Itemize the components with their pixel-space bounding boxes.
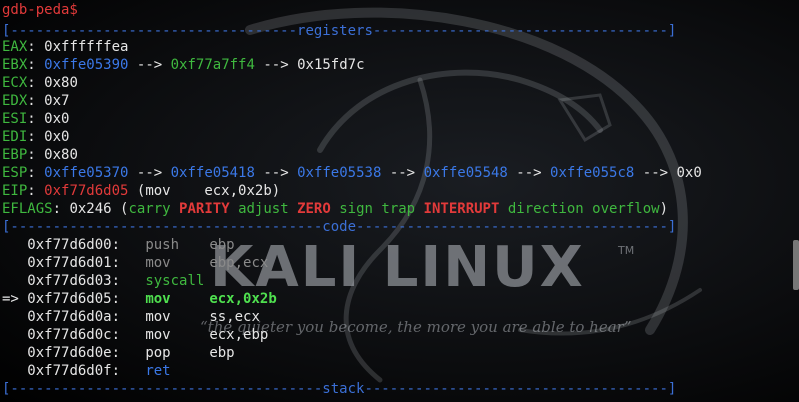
reg-deref: 0xffe05538: [297, 165, 382, 181]
instr-opcode: ret: [145, 363, 171, 379]
instr-args: ebp: [209, 237, 235, 253]
flag-overflow: overflow: [592, 201, 660, 217]
code-line-current: => 0xf77d6d05: mov ecx,0x2b: [2, 290, 277, 308]
stack-header: stack: [322, 381, 365, 397]
reg-deref: 0xffe05548: [423, 165, 508, 181]
eip-instruction: (mov ecx,0x2b): [136, 183, 281, 199]
prompt-text: gdb-peda$: [2, 2, 78, 18]
terminal-scrollbar[interactable]: [793, 240, 799, 290]
instr-opcode: mov: [145, 327, 171, 343]
flag-adjust: adjust: [238, 201, 289, 217]
reg-name: EDI: [2, 129, 28, 145]
pointer-arrow: -->: [389, 165, 416, 181]
pointer-arrow: -->: [136, 57, 163, 73]
reg-value: 0x0: [44, 129, 70, 145]
register-eax: EAX: 0xffffffea: [2, 39, 129, 55]
instr-opcode: syscall: [145, 273, 205, 289]
register-edx: EDX: 0x7: [2, 93, 70, 109]
pointer-arrow: -->: [263, 57, 289, 73]
instr-args: ebp: [209, 345, 235, 361]
code-line: 0xf77d6d03: syscall: [2, 272, 209, 290]
instr-args: ecx,ebp: [209, 327, 269, 343]
reg-name: EBX: [2, 57, 28, 73]
trademark-symbol: TM: [618, 244, 635, 257]
pointer-arrow: -->: [642, 165, 669, 181]
register-ebx: EBX: 0xffe05390 --> 0xf77a7ff4 --> 0x15f…: [2, 57, 365, 73]
reg-value: 0xffffffea: [44, 39, 129, 55]
instr-args: ebp,ecx: [209, 255, 269, 271]
reg-name: EBP: [2, 147, 28, 163]
flag-zero: ZERO: [297, 201, 331, 217]
instr-opcode: pop: [145, 345, 171, 361]
gdb-prompt: gdb-peda$: [2, 1, 78, 19]
reg-deref: 0x15fd7c: [297, 57, 365, 73]
reg-deref: 0x0: [676, 165, 702, 181]
instr-address: 0xf77d6d01:: [27, 255, 121, 271]
registers-header: registers: [297, 23, 373, 39]
current-marker: =>: [2, 291, 19, 307]
register-eflags: EFLAGS: 0x246 (carry PARITY adjust ZERO …: [2, 201, 669, 217]
flag-interrupt: INTERRUPT: [423, 201, 500, 217]
reg-value: 0x246: [69, 201, 112, 217]
code-line: 0xf77d6d0c: mov ecx,ebp: [2, 326, 268, 344]
instr-opcode: mov: [145, 255, 171, 271]
pointer-arrow: -->: [263, 165, 289, 181]
register-edi: EDI: 0x0: [2, 129, 70, 145]
pointer-arrow: -->: [136, 165, 163, 181]
reg-deref: 0xf77a7ff4: [170, 57, 255, 73]
reg-name: EFLAGS: [2, 201, 53, 217]
register-esi: ESI: 0x0: [2, 111, 70, 127]
instr-address: 0xf77d6d0e:: [27, 345, 121, 361]
flag-sign: sign: [339, 201, 373, 217]
terminal-window[interactable]: KALI LINUX TM “the quieter you become, t…: [0, 0, 799, 402]
instr-args: ss,ecx: [209, 309, 260, 325]
register-esp: ESP: 0xffe05370 --> 0xffe05418 --> 0xffe…: [2, 165, 702, 181]
code-header: code: [322, 219, 357, 235]
stack-separator: [-------------------------------------st…: [2, 381, 677, 397]
instr-address: 0xf77d6d05:: [27, 291, 121, 307]
register-ebp: EBP: 0x80: [2, 147, 78, 163]
instr-args: ecx,0x2b: [209, 291, 277, 307]
instr-address: 0xf77d6d0f:: [27, 363, 121, 379]
reg-name: ESP: [2, 165, 28, 181]
flag-trap: trap: [381, 201, 416, 217]
reg-name: EAX: [2, 39, 28, 55]
instr-opcode: push: [145, 237, 180, 253]
reg-value: 0x0: [44, 111, 70, 127]
register-ecx: ECX: 0x80: [2, 75, 78, 91]
reg-value: 0x7: [44, 93, 70, 109]
instr-address: 0xf77d6d0a:: [27, 309, 121, 325]
code-line: 0xf77d6d0f: ret: [2, 362, 209, 380]
code-line: 0xf77d6d0a: mov ss,ecx: [2, 308, 260, 326]
code-line: 0xf77d6d00: push ebp: [2, 236, 235, 254]
instr-opcode: mov: [145, 291, 171, 307]
reg-value: 0xffe05390: [44, 57, 129, 73]
reg-deref: 0xffe05418: [170, 165, 255, 181]
reg-name: EDX: [2, 93, 28, 109]
reg-value: 0x80: [44, 75, 78, 91]
flag-direction: direction: [507, 201, 584, 217]
reg-value: 0xffe05370: [44, 165, 129, 181]
register-eip: EIP: 0xf77d6d05 (mov ecx,0x2b): [2, 183, 281, 199]
reg-deref: 0xffe055c8: [550, 165, 635, 181]
instr-address: 0xf77d6d0c:: [27, 327, 121, 343]
reg-value: 0x80: [44, 147, 78, 163]
flag-carry: carry: [128, 201, 171, 217]
reg-name: EIP: [2, 183, 28, 199]
reg-name: ESI: [2, 111, 28, 127]
pointer-arrow: -->: [516, 165, 542, 181]
instr-opcode: mov: [145, 309, 171, 325]
code-line: 0xf77d6d01: mov ebp,ecx: [2, 254, 268, 272]
code-line: 0xf77d6d0e: pop ebp: [2, 344, 235, 362]
code-separator: [-------------------------------------co…: [2, 219, 677, 235]
flag-parity: PARITY: [179, 201, 230, 217]
instr-address: 0xf77d6d00:: [27, 237, 121, 253]
reg-name: ECX: [2, 75, 28, 91]
reg-value: 0xf77d6d05: [44, 183, 129, 199]
instr-address: 0xf77d6d03:: [27, 273, 121, 289]
